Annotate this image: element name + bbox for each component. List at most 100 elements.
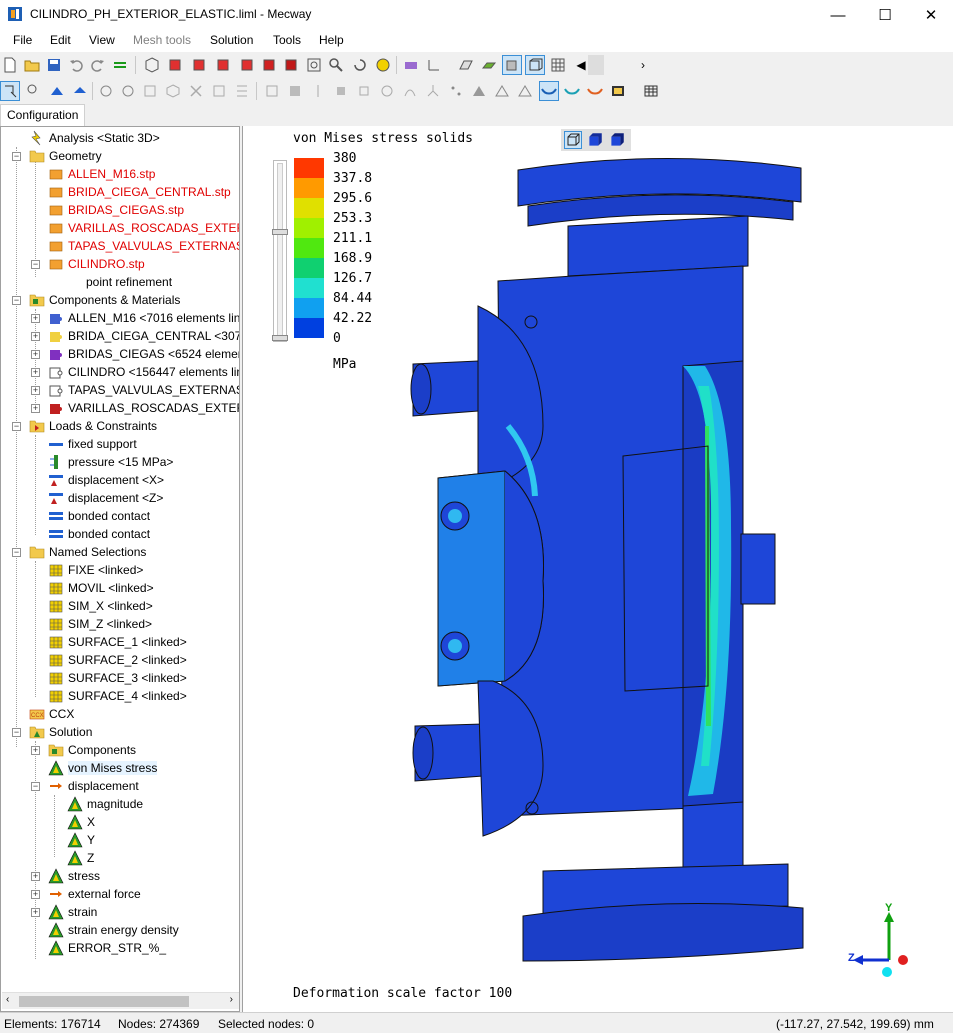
tree-sol-item[interactable]: strain [48,903,97,921]
mesh-tool-18-icon[interactable] [515,81,535,101]
menu-help[interactable]: Help [319,33,344,47]
tree-disp-item[interactable]: magnitude [67,795,143,813]
tree-geometry[interactable]: Geometry [29,147,102,165]
axis-icon[interactable] [424,55,444,75]
scroll-right-icon[interactable]: › [633,55,653,75]
tree-named-item[interactable]: SURFACE_3 <linked> [48,669,187,687]
expand-external-force-toggle[interactable]: + [31,890,40,899]
tree-sol-item[interactable]: external force [48,885,141,903]
save-icon[interactable] [44,55,64,75]
model-viewport[interactable]: von Mises stress solids 380 337.8 295.6 … [242,126,953,1012]
select-nodes-icon[interactable] [24,81,44,101]
view-right-icon[interactable] [237,55,257,75]
tree-ccx[interactable]: CCX CCX [29,705,74,723]
expand-component-toggle[interactable]: + [31,368,40,377]
tree-component-item[interactable]: CILINDRO <156447 elements linl [48,363,239,381]
expand-component-toggle[interactable]: + [31,314,40,323]
expand-component-toggle[interactable]: + [31,386,40,395]
view-bottom-icon[interactable] [281,55,301,75]
mesh-tool-16-icon[interactable] [469,81,489,101]
delete-icon[interactable] [186,81,206,101]
plane-icon[interactable] [456,55,476,75]
mesh-icon[interactable] [548,55,568,75]
menu-solution[interactable]: Solution [210,33,253,47]
contour-bands-icon[interactable] [562,81,582,101]
collapse-displacement-toggle[interactable]: − [31,782,40,791]
collapse-loads-toggle[interactable]: − [12,422,21,431]
mesh-tool-13-icon[interactable] [400,81,420,101]
mesh-tool-8-icon[interactable] [285,81,305,101]
surface-icon[interactable] [479,55,499,75]
expand-component-toggle[interactable]: + [31,404,40,413]
tree-named-item[interactable]: SURFACE_1 <linked> [48,633,187,651]
expand-stress-toggle[interactable]: + [31,872,40,881]
solve-icon[interactable] [110,55,130,75]
tree-component-item[interactable]: BRIDA_CIEGA_CENTRAL <3075 e [48,327,239,345]
view-back-icon[interactable] [189,55,209,75]
mesh-tool-12-icon[interactable] [377,81,397,101]
view-top-icon[interactable] [259,55,279,75]
contour-smooth-icon[interactable] [539,81,559,101]
animation-icon[interactable] [608,81,628,101]
tree-component-item[interactable]: BRIDAS_CIEGAS <6524 elements [48,345,239,363]
scroll-right-arrow-icon[interactable]: › [230,994,233,1005]
tree-load-item[interactable]: displacement <X> [48,471,164,489]
render-mode-icon[interactable] [401,55,421,75]
tree-point-refinement[interactable]: point refinement [86,273,172,291]
maximize-button[interactable]: ☐ [862,0,908,30]
mesh-tool-10-icon[interactable] [331,81,351,101]
collapse-solution-toggle[interactable]: − [12,728,21,737]
tree-geometry-item[interactable]: ALLEN_M16.stp [48,165,155,183]
mesh-tool-9-icon[interactable] [308,81,328,101]
tree-horizontal-scrollbar[interactable]: ‹ › [2,992,239,1009]
mesh-tool-1-icon[interactable] [96,81,116,101]
stress-contour-model[interactable] [243,126,953,1012]
mesh-tool-3-icon[interactable] [140,81,160,101]
tree-displacement[interactable]: displacement [48,777,139,795]
view-iso-icon[interactable] [142,55,162,75]
collapse-geometry-toggle[interactable]: − [12,152,21,161]
tree-load-item[interactable]: pressure <15 MPa> [48,453,173,471]
expand-component-toggle[interactable]: + [31,350,40,359]
collapse-cilindro-toggle[interactable]: − [31,260,40,269]
tree-geometry-item[interactable]: VARILLAS_ROSCADAS_EXTERNA [48,219,239,237]
select-elements-icon[interactable] [47,81,67,101]
menu-mesh-tools[interactable]: Mesh tools [133,33,191,47]
mesh-tool-6-icon[interactable] [232,81,252,101]
zoom-fit-icon[interactable] [304,55,324,75]
tree-component-item[interactable]: VARILLAS_ROSCADAS_EXTERNA [48,399,239,417]
tree-sol-item[interactable]: ERROR_STR_%_ [48,939,166,957]
expand-strain-toggle[interactable]: + [31,908,40,917]
tree-disp-item[interactable]: X [67,813,95,831]
expand-component-toggle[interactable]: + [31,332,40,341]
rotate-icon[interactable] [350,55,370,75]
toolbar-scroll-thumb[interactable] [588,55,604,75]
tree-geometry-item[interactable]: CILINDRO.stp [48,255,145,273]
mesh-tool-4-icon[interactable] [163,81,183,101]
undo-icon[interactable] [66,55,86,75]
tree-component-item[interactable]: ALLEN_M16 <7016 elements link [48,309,239,327]
view-left-icon[interactable] [213,55,233,75]
tree-disp-item[interactable]: Z [67,849,94,867]
tree-named-item[interactable]: SURFACE_2 <linked> [48,651,187,669]
tree-geometry-item[interactable]: BRIDAS_CIEGAS.stp [48,201,184,219]
tree-components-materials[interactable]: Components & Materials [29,291,180,309]
mesh-tool-17-icon[interactable] [492,81,512,101]
tree-load-item[interactable]: fixed support [48,435,137,453]
tree-named-selections[interactable]: Named Selections [29,543,146,561]
solid-shade-icon[interactable] [502,55,522,75]
tree-disp-item[interactable]: Y [67,831,95,849]
scroll-left-arrow-icon[interactable]: ‹ [6,994,9,1005]
mesh-tool-2-icon[interactable] [118,81,138,101]
tree-load-item[interactable]: bonded contact [48,507,150,525]
redo-icon[interactable] [88,55,108,75]
zoom-icon[interactable] [326,55,346,75]
tree-sol-components[interactable]: Components [48,741,136,759]
scroll-thumb[interactable] [19,996,189,1007]
mesh-tool-14-icon[interactable] [423,81,443,101]
tree-named-item[interactable]: SIM_Z <linked> [48,615,152,633]
pan-icon[interactable] [373,55,393,75]
tree-sol-item[interactable]: stress [48,867,100,885]
collapse-named-selections-toggle[interactable]: − [12,548,21,557]
select-icon[interactable] [0,81,20,101]
